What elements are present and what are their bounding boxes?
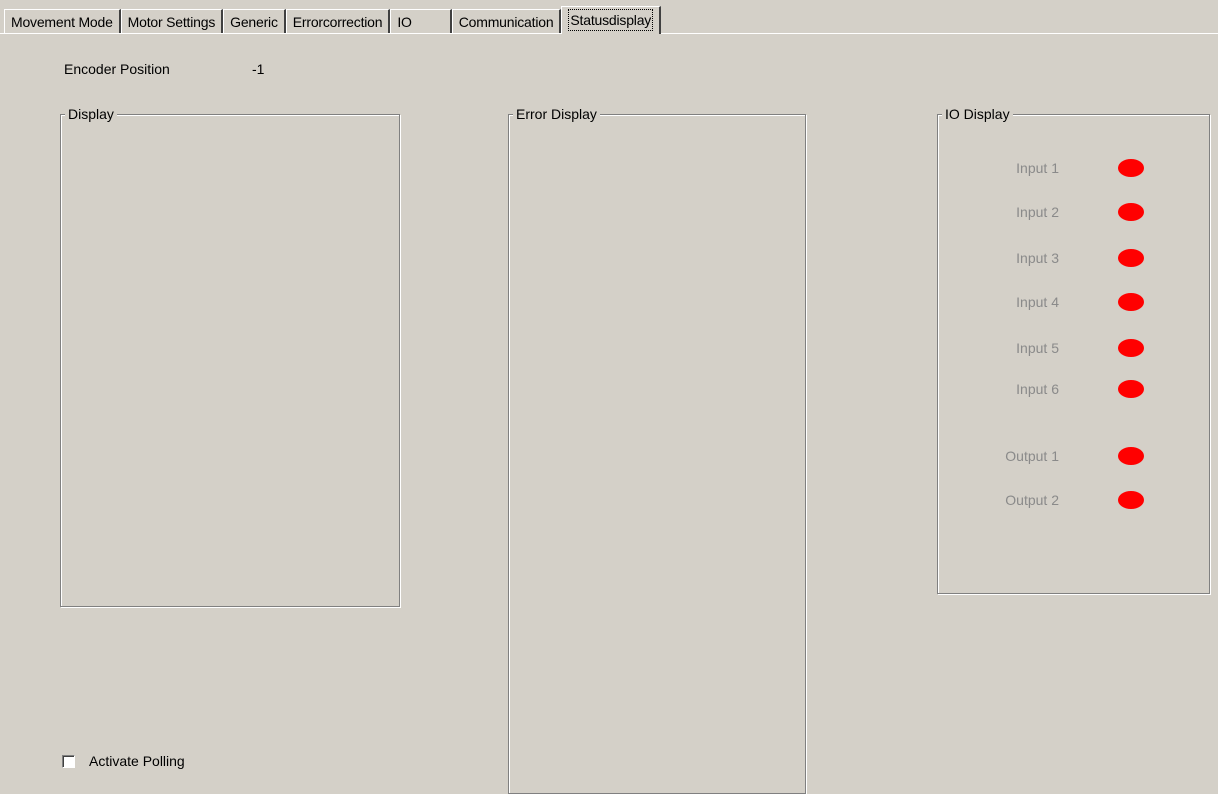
activate-polling-control[interactable]: Activate Polling <box>62 752 185 770</box>
tab-errorcorrection[interactable]: Errorcorrection <box>285 9 391 33</box>
status-led-icon <box>1118 293 1144 311</box>
io-label: Input 5 <box>1016 340 1059 356</box>
io-label: Input 6 <box>1016 381 1059 397</box>
status-led-icon <box>1118 249 1144 267</box>
io-row-input-4: Input 4 <box>938 292 1209 314</box>
status-led-icon <box>1118 339 1144 357</box>
status-led-icon <box>1118 491 1144 509</box>
io-display-groupbox: IO Display Input 1 Input 2 Input 3 Input… <box>937 105 1210 594</box>
tab-strip: Movement Mode Motor Settings Generic Err… <box>4 6 662 34</box>
io-row-input-5: Input 5 <box>938 338 1209 360</box>
tab-movement-mode[interactable]: Movement Mode <box>4 9 121 33</box>
io-label: Input 4 <box>1016 294 1059 310</box>
tab-communication[interactable]: Communication <box>451 9 562 33</box>
io-row-input-2: Input 2 <box>938 202 1209 224</box>
io-row-input-1: Input 1 <box>938 158 1209 180</box>
tab-io[interactable]: IO <box>390 9 452 33</box>
encoder-position-label: Encoder Position <box>64 61 170 77</box>
io-display-groupbox-title: IO Display <box>942 105 1013 123</box>
tab-statusdisplay[interactable]: Statusdisplay <box>561 6 662 34</box>
tab-statusdisplay-label: Statusdisplay <box>568 9 654 31</box>
status-led-icon <box>1118 203 1144 221</box>
io-row-output-1: Output 1 <box>938 446 1209 468</box>
activate-polling-checkbox[interactable] <box>62 754 75 768</box>
tab-generic[interactable]: Generic <box>223 9 286 33</box>
io-label: Input 3 <box>1016 250 1059 266</box>
io-row-output-2: Output 2 <box>938 490 1209 512</box>
error-display-groupbox-title: Error Display <box>513 105 600 123</box>
encoder-position-value: -1 <box>252 61 265 77</box>
status-led-icon <box>1118 159 1144 177</box>
activate-polling-label[interactable]: Activate Polling <box>89 752 185 770</box>
io-label: Input 1 <box>1016 160 1059 176</box>
io-label: Input 2 <box>1016 204 1059 220</box>
io-row-input-6: Input 6 <box>938 379 1209 401</box>
error-display-groupbox: Error Display <box>508 105 806 794</box>
status-led-icon <box>1118 447 1144 465</box>
status-led-icon <box>1118 380 1144 398</box>
display-groupbox-title: Display <box>65 105 117 123</box>
io-label: Output 1 <box>1005 448 1059 464</box>
io-row-input-3: Input 3 <box>938 248 1209 270</box>
tab-motor-settings[interactable]: Motor Settings <box>120 9 224 33</box>
io-label: Output 2 <box>1005 492 1059 508</box>
display-groupbox: Display <box>60 105 400 607</box>
